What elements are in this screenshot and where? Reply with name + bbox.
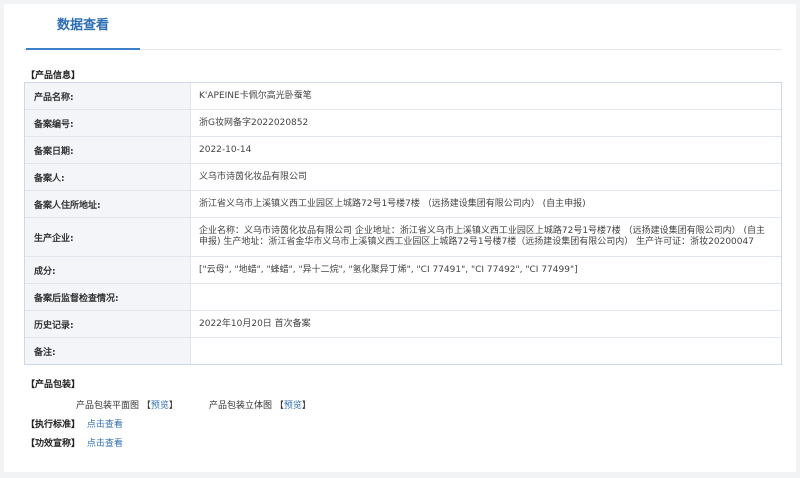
bracket-close: 】 <box>168 401 178 411</box>
history-label: 历史记录: <box>25 311 191 337</box>
tab-bar: 数据查看 <box>24 4 782 50</box>
registration-number-value: 浙G妆网备字2022020852 <box>199 117 309 128</box>
claims-heading: 【功效宣称】 <box>26 439 81 449</box>
packaging-solid-preview-link[interactable]: 预览 <box>284 401 302 411</box>
history-value: 2022年10月20日 首次备案 <box>199 318 311 329</box>
standard-row: 【执行标准】 点击查看 <box>26 417 123 430</box>
packaging-heading: 【产品包装】 <box>26 380 81 390</box>
row-product-name: 产品名称: K'APEINE卡佩尔高光卧蚕笔 <box>25 83 781 110</box>
row-remarks: 备注: <box>25 338 781 364</box>
manufacturer-label: 生产企业: <box>25 218 191 256</box>
remarks-value <box>191 338 781 364</box>
registrant-value: 义乌市诗茵化妆品有限公司 <box>199 171 308 182</box>
ingredients-value: ["云母", "地蜡", "蜂蜡", "异十二烷", "氢化聚异丁烯", "CI… <box>199 264 578 275</box>
bracket-open: 【 <box>274 401 284 411</box>
row-history: 历史记录: 2022年10月20日 首次备案 <box>25 311 781 338</box>
row-registrant: 备案人: 义乌市诗茵化妆品有限公司 <box>25 164 781 191</box>
packaging-solid-label: 产品包装立体图 <box>209 401 273 411</box>
product-info-heading: 【产品信息】 <box>26 71 81 81</box>
packaging-flat-preview-link[interactable]: 预览 <box>151 401 169 411</box>
post-inspection-label: 备案后监督检查情况: <box>25 284 191 310</box>
row-manufacturer: 生产企业: 企业名称：义乌市诗茵化妆品有限公司 企业地址：浙江省义乌市上溪镇义西… <box>25 218 781 257</box>
registrant-address-value: 浙江省义乌市上溪镇义西工业园区上城路72号1号楼7楼 （远扬建设集团有限公司内）… <box>199 198 586 209</box>
registration-date-value: 2022-10-14 <box>199 144 252 155</box>
product-name-label: 产品名称: <box>25 83 191 109</box>
product-name-value: K'APEINE卡佩尔高光卧蚕笔 <box>199 90 312 101</box>
row-ingredients: 成分: ["云母", "地蜡", "蜂蜡", "异十二烷", "氢化聚异丁烯",… <box>25 257 781 284</box>
ingredients-label: 成分: <box>25 257 191 283</box>
standard-heading: 【执行标准】 <box>26 420 81 430</box>
packaging-flat-label: 产品包装平面图 <box>76 401 140 411</box>
standard-view-link[interactable]: 点击查看 <box>87 420 123 430</box>
bracket-close: 】 <box>301 401 311 411</box>
claims-row: 【功效宣称】 点击查看 <box>26 436 123 449</box>
claims-view-link[interactable]: 点击查看 <box>87 439 123 449</box>
remarks-label: 备注: <box>25 338 191 364</box>
packaging-flat-item: 产品包装平面图 【预览】 <box>76 398 178 411</box>
main-panel: 数据查看 【产品信息】 产品名称: K'APEINE卡佩尔高光卧蚕笔 备案编号:… <box>4 4 796 472</box>
packaging-solid-item: 产品包装立体图 【预览】 <box>209 398 311 411</box>
registration-number-label: 备案编号: <box>25 110 191 136</box>
registrant-address-label: 备案人住所地址: <box>25 191 191 217</box>
tab-data-view[interactable]: 数据查看 <box>26 4 140 50</box>
row-registration-number: 备案编号: 浙G妆网备字2022020852 <box>25 110 781 137</box>
manufacturer-value: 企业名称：义乌市诗茵化妆品有限公司 企业地址：浙江省义乌市上溪镇义西工业园区上城… <box>199 226 766 247</box>
bracket-open: 【 <box>141 401 151 411</box>
registrant-label: 备案人: <box>25 164 191 190</box>
product-info-table: 产品名称: K'APEINE卡佩尔高光卧蚕笔 备案编号: 浙G妆网备字20220… <box>24 82 782 365</box>
row-registration-date: 备案日期: 2022-10-14 <box>25 137 781 164</box>
row-post-inspection: 备案后监督检查情况: <box>25 284 781 311</box>
registration-date-label: 备案日期: <box>25 137 191 163</box>
row-registrant-address: 备案人住所地址: 浙江省义乌市上溪镇义西工业园区上城路72号1号楼7楼 （远扬建… <box>25 191 781 218</box>
post-inspection-value <box>191 284 781 310</box>
